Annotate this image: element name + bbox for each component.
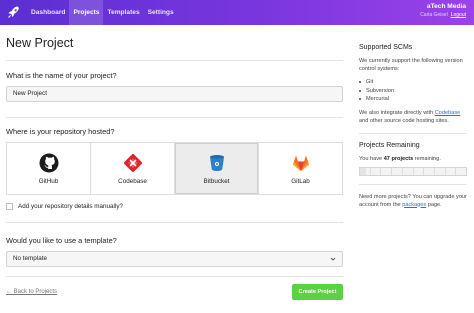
create-project-button[interactable]: Create Project	[292, 284, 343, 300]
supported-scms-title: Supported SCMs	[359, 44, 413, 51]
nav-dashboard[interactable]: Dashboard	[27, 0, 69, 25]
template-question: Would you like to use a template?	[6, 236, 117, 245]
upgrade-text: Need more projects? You can upgrade your…	[359, 193, 467, 209]
scm-label-bitbucket: Bitbucket	[203, 177, 230, 185]
repo-host-question: Where is your repository hosted?	[6, 127, 115, 136]
scm-list: Git Subversion Mercurial	[359, 78, 467, 104]
codebase-icon	[123, 153, 142, 172]
list-item: Subversion	[359, 87, 467, 96]
remaining-text-start: You have	[359, 155, 384, 162]
bullet-icon	[359, 81, 361, 84]
template-select[interactable]: No template	[6, 251, 343, 267]
gitlab-icon	[292, 155, 309, 171]
scm-list-item: Git	[366, 79, 374, 85]
back-to-projects-link[interactable]: ← Back to Projects	[6, 289, 57, 295]
scm-label-codebase: Codebase	[118, 177, 147, 185]
scm-picker: GitHub Codebase Bitbucket GitLab	[6, 142, 343, 195]
codebase-link[interactable]: Codebase	[435, 110, 461, 116]
scm-option-github[interactable]: GitHub	[7, 143, 91, 194]
list-item: Mercurial	[359, 95, 467, 104]
remaining-count: 47 projects	[383, 155, 414, 162]
page-title: New Project	[6, 36, 74, 50]
divider	[6, 222, 343, 223]
logout-link[interactable]: Logout	[451, 12, 466, 18]
sidebar: Supported SCMs We currently support the …	[359, 44, 467, 209]
divider	[6, 276, 343, 277]
template-select-value: No template	[13, 255, 47, 262]
project-name-input[interactable]: New Project	[6, 86, 343, 102]
account-name[interactable]: aTech Media	[420, 3, 466, 11]
integrations-text: We also integrate directly with Codebase…	[359, 109, 467, 125]
nav-templates[interactable]: Templates	[103, 0, 143, 25]
projects-remaining-title: Projects Remaining	[359, 141, 420, 149]
divider	[6, 117, 343, 118]
integrations-text-end: and other source code hosting sites.	[359, 117, 449, 124]
nav-projects[interactable]: Projects	[69, 0, 104, 25]
main-nav: Dashboard Projects Templates Settings	[27, 0, 178, 25]
projects-remaining-text: You have 47 projects remaining.	[359, 155, 467, 163]
scm-list-item: Mercurial	[366, 96, 390, 102]
sidebar-divider	[359, 132, 467, 134]
projects-remaining-meter	[359, 166, 467, 176]
scm-option-gitlab[interactable]: GitLab	[259, 143, 342, 194]
remaining-text-end: remaining.	[413, 155, 441, 162]
upgrade-text-end: page.	[426, 201, 442, 208]
packages-link[interactable]: packages	[402, 202, 426, 208]
nav-settings[interactable]: Settings	[144, 0, 178, 25]
bullet-icon	[359, 89, 361, 92]
manual-details-checkbox[interactable]	[6, 203, 13, 210]
divider	[6, 60, 343, 61]
scm-label-gitlab: GitLab	[291, 177, 310, 185]
github-icon	[39, 153, 58, 172]
list-item: Git	[359, 78, 467, 87]
chevron-down-icon	[330, 257, 336, 261]
scm-option-bitbucket[interactable]: Bitbucket	[175, 143, 259, 194]
top-bar: Dashboard Projects Templates Settings aT…	[0, 0, 474, 25]
rocket-logo-icon[interactable]	[6, 4, 22, 20]
manual-details-row: Add your repository details manually?	[6, 203, 123, 210]
integrations-text-start: We also integrate directly with	[359, 109, 435, 116]
supported-scms-intro: We currently support the following versi…	[359, 58, 463, 72]
scm-list-item: Subversion	[366, 87, 394, 94]
sidebar-divider	[359, 183, 467, 185]
account-user: Carla Geisel	[420, 12, 448, 18]
manual-details-label[interactable]: Add your repository details manually?	[18, 203, 123, 210]
projects-remaining-meter-segments	[360, 167, 466, 175]
bitbucket-icon	[209, 154, 224, 171]
account-menu: aTech Media Carla Geisel Logout	[420, 3, 466, 19]
scm-label-github: GitHub	[38, 177, 59, 185]
project-name-question: What is the name of your project?	[6, 71, 117, 80]
scm-option-codebase[interactable]: Codebase	[91, 143, 175, 194]
bullet-icon	[359, 98, 361, 101]
